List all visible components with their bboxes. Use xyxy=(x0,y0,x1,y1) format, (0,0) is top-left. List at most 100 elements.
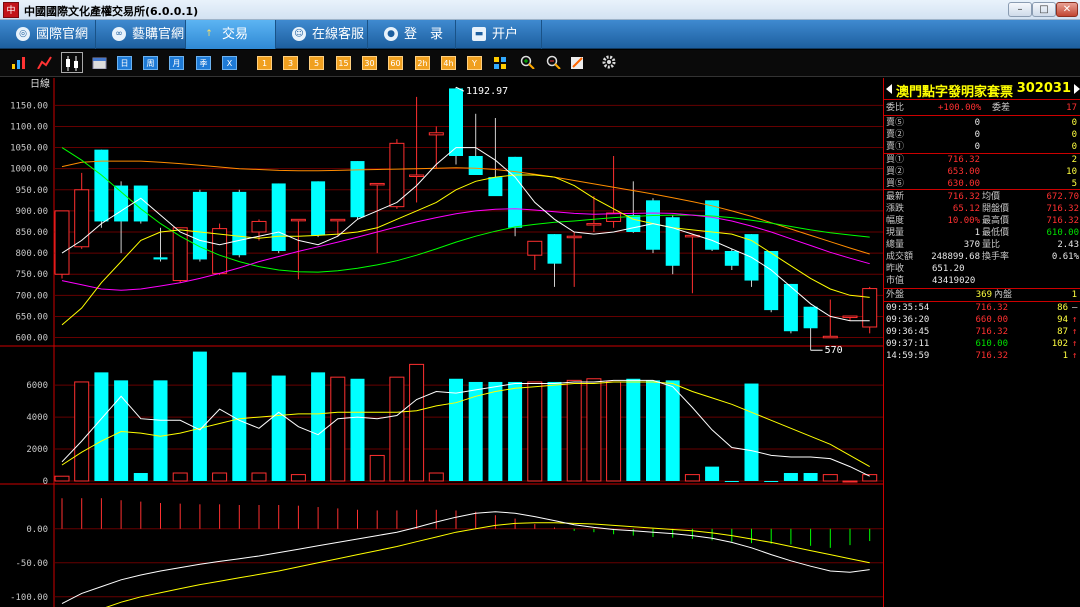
minute-30-button[interactable]: 30 xyxy=(362,56,377,70)
trade-row: 09:36:45 716.32 87 ↑ xyxy=(884,326,1080,338)
candle-body xyxy=(547,234,562,264)
line-chart-icon[interactable] xyxy=(37,55,52,69)
hour-2-button[interactable]: 2h xyxy=(415,56,430,70)
window-title: 中國國際文化產權交易所(6.0.0.1) xyxy=(24,5,199,18)
stat-value: 716.32 xyxy=(947,192,980,202)
volume-bar xyxy=(192,351,207,481)
candle-body xyxy=(290,218,306,222)
draw-tool-icon[interactable] xyxy=(570,55,585,69)
close-button[interactable]: ✕ xyxy=(1056,2,1078,17)
stat-value: 10.00% xyxy=(947,216,980,226)
minute-1-button[interactable]: 1 xyxy=(257,56,272,70)
volume-bar xyxy=(665,380,680,481)
stock-name: 澳門點字發明家套票 xyxy=(896,85,1014,100)
stat-value-2: 716.32 xyxy=(1046,216,1079,226)
minute-5-button[interactable]: 5 xyxy=(309,56,324,70)
kline-chart[interactable]: 日線 1150.00 1100.00 1050.00 1000.00 950.00 900.… xyxy=(0,78,883,607)
calendar-icon[interactable] xyxy=(92,55,107,69)
bid-label: 買① xyxy=(886,155,905,165)
bid-row: 買① 716.32 2 xyxy=(884,154,1080,166)
ask-price: 0 xyxy=(974,130,980,140)
nav-trade[interactable]: ↑ 交易 xyxy=(186,20,276,49)
stat-label-2: 開盤價 xyxy=(982,204,1010,214)
volume-bar xyxy=(350,378,365,481)
minute-60-button[interactable]: 60 xyxy=(388,56,403,70)
candle-body xyxy=(566,235,582,239)
zoom-in-icon[interactable] xyxy=(520,55,535,69)
gear-icon[interactable] xyxy=(602,55,617,69)
candle-body xyxy=(251,220,267,233)
chart-canvas[interactable]: 日線 1150.00 1100.00 1050.00 1000.00 950.00 900.… xyxy=(0,78,883,607)
trade-row: 09:36:20 660.00 94 ↑ xyxy=(884,314,1080,326)
minimize-button[interactable]: – xyxy=(1008,2,1032,17)
volume-bar xyxy=(54,475,70,482)
stat-label: 成交額 xyxy=(886,252,914,262)
bid-price: 653.00 xyxy=(947,167,980,177)
volume-bar xyxy=(271,375,286,481)
stat-value: 65.12 xyxy=(952,204,980,214)
minute-3-button[interactable]: 3 xyxy=(283,56,298,70)
trade-volume: 87 xyxy=(1057,327,1068,337)
volume-bar xyxy=(803,473,818,481)
nav-official-site[interactable]: ◎ 國際官網 xyxy=(0,20,96,49)
volume-bar xyxy=(862,474,878,482)
nav-open-account[interactable]: ▬ 开户 xyxy=(456,20,542,49)
macd-tick-label: -50.00 xyxy=(15,559,48,569)
stat-value: 1 xyxy=(974,228,980,238)
maximize-button[interactable]: □ xyxy=(1032,2,1056,17)
hour-4-button[interactable]: 4h xyxy=(441,56,456,70)
high-price-label: 1192.97 xyxy=(466,86,508,97)
stat-row: 昨收 651.20 xyxy=(884,263,1080,275)
main-nav: ◎ 國際官網 ∞ 藝購官網 ↑ 交易 ☺ 在線客服 ● 登 录 ▬ 开户 xyxy=(0,20,1080,49)
stat-row: 總量 370 量比 2.43 xyxy=(884,239,1080,251)
trade-volume: 102 xyxy=(1051,339,1068,349)
nav-label: 开户 xyxy=(492,27,519,42)
trade-time: 09:37:11 xyxy=(886,339,930,349)
period-day-button[interactable]: 日 xyxy=(117,56,132,70)
nav-login[interactable]: ● 登 录 xyxy=(368,20,456,49)
year-button[interactable]: Y xyxy=(467,56,482,70)
trade-direction-icon: ↑ xyxy=(1072,351,1078,361)
inner-label: 內盤 xyxy=(994,290,1013,300)
candle-body xyxy=(586,223,602,226)
stat-label-2: 最高價 xyxy=(982,216,1010,226)
order-ratio-label: 委比 xyxy=(886,103,905,113)
grid-icon[interactable] xyxy=(493,55,508,69)
period-week-button[interactable]: 周 xyxy=(143,56,158,70)
stat-label-2: 均價 xyxy=(982,192,1001,202)
volume-bar xyxy=(232,372,247,481)
volume-bar xyxy=(527,381,543,482)
macd-dif-line xyxy=(61,511,870,605)
order-diff-label: 委差 xyxy=(992,103,1011,113)
period-x-button[interactable]: X xyxy=(222,56,237,70)
stat-value: 370 xyxy=(963,240,980,250)
volume-bar xyxy=(449,378,463,481)
trade-time: 09:35:54 xyxy=(886,303,930,313)
nav-art-shop-site[interactable]: ∞ 藝購官網 xyxy=(96,20,186,49)
period-month-button[interactable]: 月 xyxy=(169,56,184,70)
prev-stock-icon[interactable] xyxy=(886,84,892,94)
volume-bar xyxy=(330,376,346,482)
nav-online-service[interactable]: ☺ 在線客服 xyxy=(276,20,368,49)
period-quarter-button[interactable]: 季 xyxy=(196,56,211,70)
candlestick-icon[interactable] xyxy=(61,52,83,73)
candle-body xyxy=(311,181,326,236)
trade-price: 716.32 xyxy=(975,351,1008,361)
bar-chart-icon[interactable] xyxy=(11,55,26,69)
ask-row: 賣① 0 0 xyxy=(884,141,1080,153)
minute-15-button[interactable]: 15 xyxy=(336,56,351,70)
volume-bar xyxy=(626,378,641,481)
volume-tick-label: 4000 xyxy=(26,413,48,423)
zoom-out-icon[interactable] xyxy=(546,55,561,69)
period-label: 日線 xyxy=(30,78,50,90)
next-stock-icon[interactable] xyxy=(1074,84,1080,94)
low-price-label: 570 xyxy=(825,345,843,356)
ask-label: 賣⑤ xyxy=(886,118,905,128)
volume-bar xyxy=(764,481,779,482)
stat-label: 漲跌 xyxy=(886,204,905,214)
app-logo-icon: 中 xyxy=(3,2,19,18)
ask-volume: 0 xyxy=(1071,118,1077,128)
stat-value-2: 0.61% xyxy=(1051,252,1079,262)
candle-body xyxy=(803,306,818,329)
volume-bar xyxy=(94,372,109,481)
